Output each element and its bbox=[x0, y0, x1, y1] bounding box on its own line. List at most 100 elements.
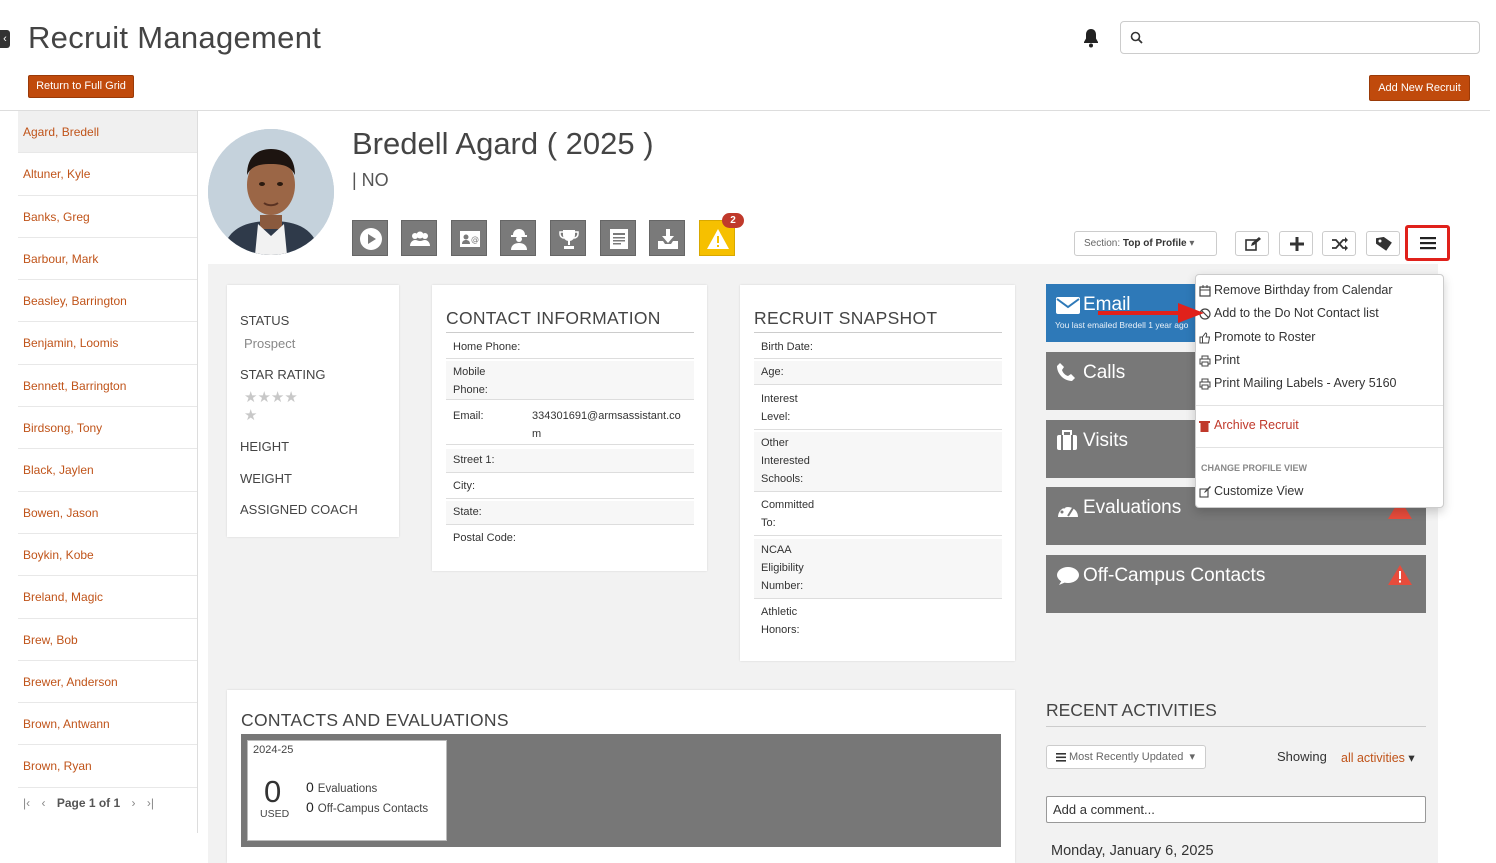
edit-button[interactable] bbox=[1235, 231, 1269, 256]
speech-bubble-icon bbox=[1057, 567, 1079, 585]
contact-card-tool-button[interactable]: @ bbox=[451, 220, 487, 256]
sidebar-recruit-item[interactable]: Beasley, Barrington bbox=[18, 280, 197, 323]
eval-summary: 0 Evaluations bbox=[306, 779, 378, 795]
search-input[interactable] bbox=[1120, 21, 1480, 54]
sidebar-recruit-item[interactable]: Black, Jaylen bbox=[18, 449, 197, 492]
document-icon bbox=[610, 229, 628, 249]
add-button[interactable] bbox=[1279, 231, 1313, 256]
add-new-recruit-button[interactable]: Add New Recruit bbox=[1369, 75, 1470, 101]
search-icon bbox=[1130, 31, 1143, 44]
play-icon bbox=[360, 228, 382, 250]
tag-button[interactable] bbox=[1366, 231, 1400, 256]
awards-tool-button[interactable] bbox=[550, 220, 586, 256]
visits-tile-label: Visits bbox=[1083, 430, 1129, 451]
contacts-evals-title: CONTACTS AND EVALUATIONS bbox=[241, 710, 509, 730]
dashboard-icon bbox=[1058, 503, 1078, 517]
menu-archive-recruit[interactable]: Archive Recruit bbox=[1199, 418, 1299, 432]
status-value: Prospect bbox=[244, 336, 296, 351]
menu-print-labels[interactable]: Print Mailing Labels - Avery 5160 bbox=[1199, 376, 1397, 390]
sidebar-recruit-item[interactable]: Birdsong, Tony bbox=[18, 407, 197, 450]
ticket-icon bbox=[1376, 237, 1392, 251]
section-value: Top of Profile bbox=[1122, 238, 1187, 249]
star-rating[interactable]: ★★★★ ★ bbox=[244, 389, 314, 425]
activity-filter-dropdown[interactable]: all activities ▾ bbox=[1341, 750, 1415, 765]
city-row: City: bbox=[446, 475, 694, 499]
weight-label: WEIGHT bbox=[240, 471, 292, 486]
return-to-grid-button[interactable]: Return to Full Grid bbox=[28, 75, 134, 98]
printer-icon bbox=[1199, 378, 1211, 390]
warning-icon bbox=[707, 229, 729, 249]
birth-date-row: Birth Date: bbox=[754, 336, 1002, 359]
status-card: STATUS Prospect STAR RATING ★★★★ ★ HEIGHT… bbox=[227, 285, 399, 537]
next-page-icon[interactable]: › bbox=[132, 796, 136, 810]
coach-tool-button[interactable] bbox=[500, 220, 536, 256]
sidebar-recruit-item[interactable]: Bowen, Jason bbox=[18, 492, 197, 534]
postal-row: Postal Code: bbox=[453, 532, 516, 544]
sidebar-recruit-item[interactable]: Boykin, Kobe bbox=[18, 534, 197, 577]
menu-do-not-contact[interactable]: Add to the Do Not Contact list bbox=[1199, 306, 1379, 320]
page-indicator: Page 1 of 1 bbox=[56, 796, 121, 810]
sidebar-recruit-item[interactable]: Brewer, Anderson bbox=[18, 661, 197, 704]
used-label: USED bbox=[260, 808, 290, 820]
family-tool-button[interactable] bbox=[401, 220, 437, 256]
sidebar-recruit-item[interactable]: Agard, Bredell bbox=[18, 111, 197, 154]
menu-section-header: CHANGE PROFILE VIEW bbox=[1201, 463, 1308, 473]
envelope-icon bbox=[1056, 297, 1080, 314]
section-dropdown[interactable]: Section: Top of Profile ▾ bbox=[1074, 231, 1217, 256]
download-tray-icon bbox=[658, 229, 678, 249]
warning-icon bbox=[1388, 565, 1412, 585]
season-summary[interactable]: 2024-25 0 USED 0 Evaluations 0 Off-Campus … bbox=[247, 740, 447, 841]
athletic-honors-row: Athletic Honors: bbox=[761, 606, 800, 636]
documents-tool-button[interactable] bbox=[600, 220, 636, 256]
menu-print[interactable]: Print bbox=[1199, 353, 1240, 367]
trophy-icon bbox=[559, 230, 579, 249]
recent-activities-title: RECENT ACTIVITIES bbox=[1046, 700, 1217, 720]
page-title: Recruit Management bbox=[28, 20, 322, 55]
sidebar-recruit-item[interactable]: Bennett, Barrington bbox=[18, 365, 197, 408]
snapshot-title: RECRUIT SNAPSHOT bbox=[754, 308, 938, 328]
last-page-icon[interactable]: ›| bbox=[147, 796, 154, 810]
email-value[interactable]: 334301691@armsassistant.co m bbox=[532, 407, 681, 443]
trash-icon bbox=[1199, 421, 1210, 432]
sort-dropdown[interactable]: Most Recently Updated ▾ bbox=[1046, 745, 1206, 769]
contact-info-title: CONTACT INFORMATION bbox=[446, 308, 661, 328]
more-menu-button[interactable] bbox=[1405, 225, 1450, 261]
calendar-icon bbox=[1199, 285, 1211, 297]
committed-row: Committed To: bbox=[754, 494, 1002, 536]
calls-tile-label: Calls bbox=[1083, 362, 1126, 383]
showing-label: Showing bbox=[1277, 749, 1327, 764]
contacts-evaluations-card: CONTACTS AND EVALUATIONS 2024-25 0 USED … bbox=[227, 690, 1015, 863]
sidebar-recruit-item[interactable]: Brown, Ryan bbox=[18, 745, 197, 788]
download-tool-button[interactable] bbox=[649, 220, 685, 256]
sidebar-recruit-item[interactable]: Brew, Bob bbox=[18, 619, 197, 661]
bell-icon[interactable] bbox=[1082, 28, 1100, 48]
prev-page-icon[interactable]: ‹ bbox=[41, 796, 45, 810]
activity-date: Monday, January 6, 2025 bbox=[1051, 843, 1214, 859]
collapse-tab[interactable]: ‹ bbox=[0, 30, 10, 48]
sidebar-recruit-item[interactable]: Breland, Magic bbox=[18, 576, 197, 619]
status-label: STATUS bbox=[240, 313, 290, 328]
menu-customize-view[interactable]: Customize View bbox=[1199, 484, 1303, 498]
first-page-icon[interactable]: |‹ bbox=[23, 796, 30, 810]
height-label: HEIGHT bbox=[240, 439, 290, 454]
recruit-name: Bredell Agard ( 2025 ) bbox=[352, 126, 654, 161]
shuffle-button[interactable] bbox=[1322, 231, 1356, 256]
contact-info-card: CONTACT INFORMATION Home Phone: Mobile Ph… bbox=[432, 285, 707, 571]
sidebar-recruit-item[interactable]: Benjamin, Loomis bbox=[18, 322, 197, 365]
sidebar-recruit-item[interactable]: Altuner, Kyle bbox=[18, 153, 197, 196]
menu-promote-roster[interactable]: Promote to Roster bbox=[1199, 330, 1315, 344]
comment-input[interactable]: Add a comment... bbox=[1046, 796, 1426, 823]
edit-icon bbox=[1245, 237, 1261, 251]
sidebar-recruit-item[interactable]: Banks, Greg bbox=[18, 196, 197, 238]
mobile-phone-row: Mobile Phone: bbox=[446, 361, 694, 400]
sidebar-recruit-item[interactable]: Brown, Antwann bbox=[18, 703, 197, 746]
pager: |‹ ‹ Page 1 of 1 › ›| bbox=[18, 796, 193, 810]
contact-card-icon: @ bbox=[460, 231, 480, 247]
people-icon bbox=[410, 231, 430, 246]
assigned-coach-label: ASSIGNED COACH bbox=[240, 502, 358, 517]
menu-remove-birthday[interactable]: Remove Birthday from Calendar bbox=[1199, 283, 1393, 297]
recruit-list: Agard, Bredell Altuner, Kyle Banks, Greg Ba… bbox=[18, 111, 198, 833]
video-tool-button[interactable] bbox=[352, 220, 388, 256]
sidebar-recruit-item[interactable]: Barbour, Mark bbox=[18, 238, 197, 281]
offcampus-tile[interactable]: Off-Campus Contacts bbox=[1046, 555, 1426, 613]
